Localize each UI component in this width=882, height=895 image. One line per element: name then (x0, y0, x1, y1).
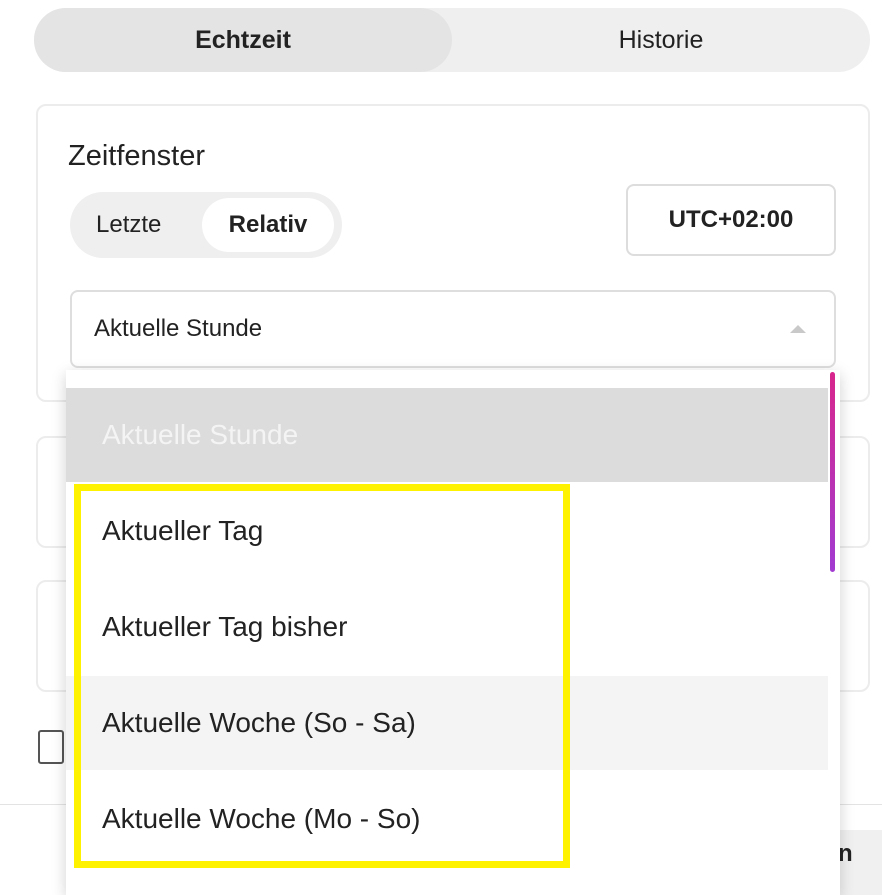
caret-up-icon (790, 325, 806, 333)
mode-option-relativ[interactable]: Relativ (202, 198, 334, 252)
dropdown-option-aktueller-tag-bisher[interactable]: Aktueller Tag bisher (66, 580, 828, 674)
dropdown-option-aktuelle-woche-mo-so[interactable]: Aktuelle Woche (Mo - So) (66, 772, 828, 866)
dropdown-option-aktuelle-stunde[interactable]: Aktuelle Stunde (66, 388, 828, 482)
mode-toggle: Letzte Relativ (70, 192, 342, 258)
footer-button-label: n (838, 840, 853, 867)
time-window-panel: Echtzeit Historie Zeitfenster Letzte Rel… (0, 0, 882, 895)
select-value: Aktuelle Stunde (94, 315, 263, 342)
time-range-select[interactable]: Aktuelle Stunde (70, 290, 836, 368)
timezone-button[interactable]: UTC+02:00 (626, 184, 836, 256)
view-tabs: Echtzeit Historie (34, 8, 870, 72)
section-title: Zeitfenster (68, 140, 205, 172)
dropdown-option-aktueller-tag[interactable]: Aktueller Tag (66, 484, 828, 578)
tab-echtzeit[interactable]: Echtzeit (34, 8, 452, 72)
time-range-dropdown: Aktuelle Stunde Aktueller Tag Aktueller … (66, 370, 840, 895)
tab-historie[interactable]: Historie (452, 8, 870, 72)
dropdown-option-aktuelle-woche-so-sa[interactable]: Aktuelle Woche (So - Sa) (66, 676, 828, 770)
scrollbar-thumb[interactable] (830, 372, 835, 572)
mode-option-letzte[interactable]: Letzte (96, 198, 161, 252)
checkbox[interactable] (38, 730, 64, 764)
